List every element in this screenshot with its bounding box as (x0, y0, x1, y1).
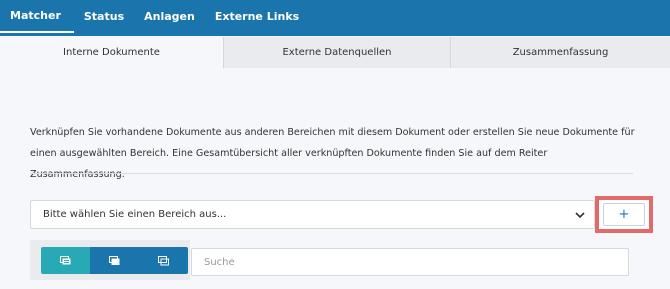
tab-zusammenfassung[interactable]: Zusammenfassung (451, 37, 670, 68)
view-mode-button-1[interactable] (41, 247, 90, 274)
top-navigation: Matcher Status Anlagen Externe Links (0, 0, 670, 36)
add-button[interactable]: + (603, 203, 645, 226)
description-text: Verknüpfen Sie vorhandene Dokumente aus … (30, 127, 635, 180)
plus-icon: + (618, 207, 630, 222)
duplicate-icon (157, 255, 170, 266)
divider (30, 173, 633, 174)
nav-item-matcher[interactable]: Matcher (0, 0, 74, 33)
view-mode-button-group (30, 240, 190, 280)
stacked-documents-icon (59, 255, 72, 266)
nav-item-externe-links[interactable]: Externe Links (205, 0, 309, 33)
tab-externe-datenquellen[interactable]: Externe Datenquellen (224, 37, 451, 68)
copy-icon (108, 255, 121, 266)
chevron-down-icon (574, 209, 586, 221)
nav-item-status[interactable]: Status (74, 0, 134, 33)
tab-bar: Interne Dokumente Externe Datenquellen Z… (0, 37, 670, 69)
area-select[interactable]: Bitte wählen Sie einen Bereich aus... (30, 200, 595, 229)
search-input[interactable] (191, 248, 629, 276)
area-select-value: Bitte wählen Sie einen Bereich aus... (43, 209, 227, 220)
tab-interne-dokumente[interactable]: Interne Dokumente (0, 37, 224, 69)
add-button-highlight: + (595, 196, 653, 233)
nav-item-anlagen[interactable]: Anlagen (134, 0, 205, 33)
view-mode-button-3[interactable] (139, 247, 188, 274)
view-mode-button-2[interactable] (90, 247, 139, 274)
